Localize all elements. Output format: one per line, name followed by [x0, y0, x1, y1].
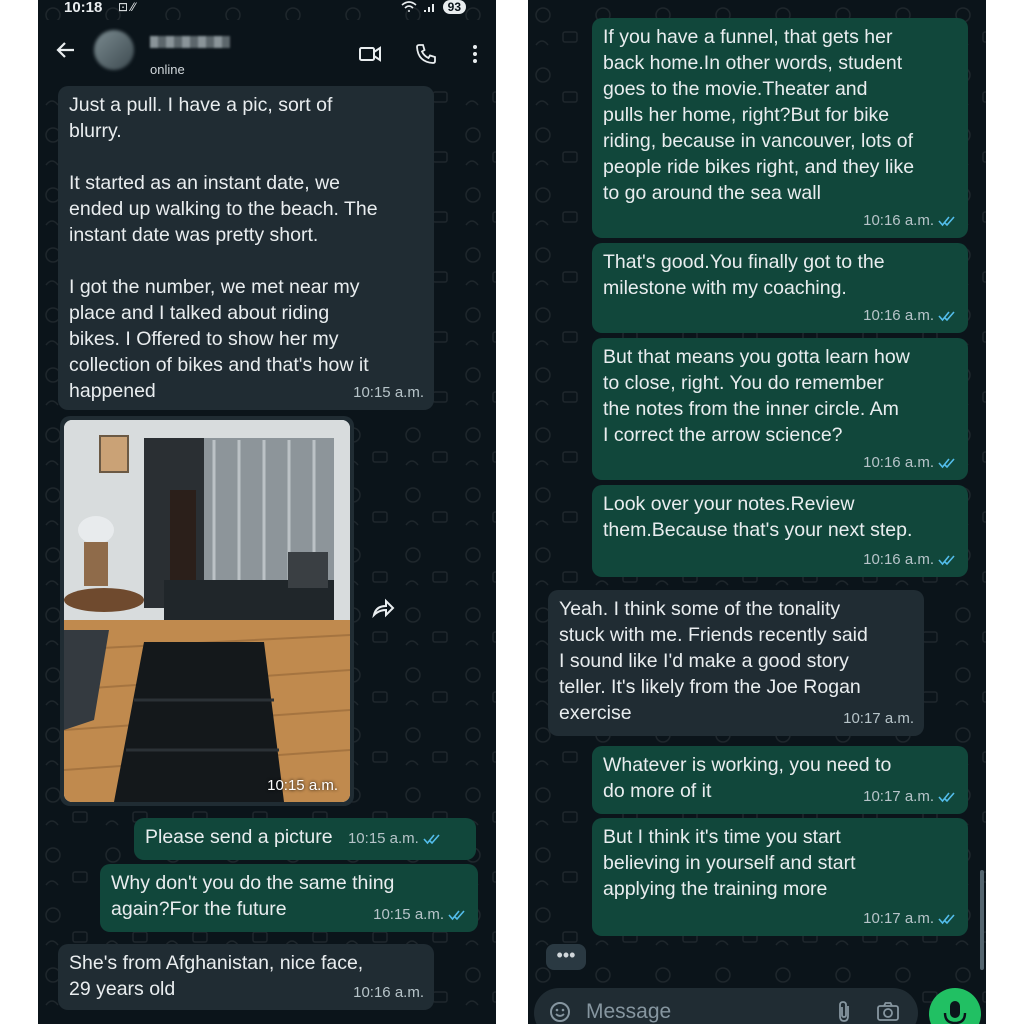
phone-icon[interactable] — [414, 42, 438, 66]
message-bubble-outgoing[interactable]: Whatever is working, you need to do more… — [592, 746, 968, 814]
message-text: Just a pull. I have a pic, sort of blurr… — [69, 94, 378, 402]
battery-badge: 93 — [442, 0, 466, 14]
double-check-icon — [938, 555, 955, 566]
presence-status: online — [150, 62, 185, 77]
message-text: Look over your notes.Review them.Because… — [603, 493, 913, 541]
message-bubble-outgoing[interactable]: That's good.You finally got to the miles… — [592, 243, 968, 333]
image-message[interactable]: 10:15 a.m. — [60, 416, 354, 806]
message-text: But I think it's time you start believin… — [603, 826, 856, 900]
message-bubble-outgoing[interactable]: Look over your notes.Review them.Because… — [592, 485, 968, 577]
message-text: Please send a picture — [145, 826, 333, 848]
message-input[interactable]: Message — [586, 1000, 671, 1024]
wifi-icon — [401, 1, 417, 12]
message-time: 10:17 a.m. — [863, 788, 934, 805]
message-time: 10:15 a.m. — [373, 906, 444, 923]
double-check-icon — [938, 458, 955, 469]
message-text: That's good.You finally got to the miles… — [603, 251, 885, 299]
message-time: 10:15 a.m. — [353, 384, 424, 401]
message-bubble-outgoing[interactable]: Why don't you do the same thing again?Fo… — [100, 864, 478, 932]
message-bubble-incoming[interactable]: She's from Afghanistan, nice face, 29 ye… — [58, 944, 434, 1010]
double-check-icon — [938, 216, 955, 227]
status-bar: 10:18 ⊡ ⁄⁄ 93 — [38, 0, 496, 20]
forward-icon[interactable] — [368, 595, 396, 623]
more-vertical-icon[interactable] — [463, 42, 487, 66]
voice-message-button[interactable] — [929, 988, 981, 1024]
double-check-icon — [938, 311, 955, 322]
emoji-icon[interactable] — [548, 1000, 572, 1024]
room-photo-drawing — [64, 420, 350, 802]
avatar[interactable] — [94, 30, 134, 70]
message-time: 10:16 a.m. — [863, 454, 934, 471]
message-time: 10:15 a.m. — [347, 830, 419, 847]
message-time: 10:16 a.m. — [863, 212, 934, 229]
attach-icon[interactable] — [832, 1000, 856, 1024]
message-time: 10:16 a.m. — [863, 551, 934, 568]
signal-icon — [423, 4, 434, 12]
status-time: 10:18 — [64, 0, 103, 16]
scrollbar[interactable] — [980, 870, 984, 970]
message-time: 10:17 a.m. — [843, 710, 914, 727]
message-time: 10:16 a.m. — [863, 307, 934, 324]
back-arrow-icon[interactable] — [54, 38, 78, 62]
message-bubble-incoming[interactable]: Just a pull. I have a pic, sort of blurr… — [58, 86, 434, 410]
message-composer[interactable]: Message — [534, 988, 918, 1024]
more-options-button[interactable]: ••• — [546, 944, 586, 970]
chat-screen-right: If you have a funnel, that gets her back… — [528, 0, 986, 1024]
message-bubble-outgoing[interactable]: But I think it's time you start believin… — [592, 818, 968, 936]
camera-icon[interactable] — [876, 1000, 900, 1024]
mic-icon — [943, 1001, 967, 1024]
double-check-icon — [938, 914, 955, 925]
message-text: But that means you gotta learn how to cl… — [603, 346, 910, 446]
chat-header: online — [38, 20, 496, 84]
status-notification-icons: ⊡ ⁄⁄ — [118, 0, 136, 14]
double-check-icon — [938, 792, 955, 803]
message-bubble-incoming[interactable]: Yeah. I think some of the tonality stuck… — [548, 590, 924, 736]
message-time: 10:17 a.m. — [863, 910, 934, 927]
contact-name-redacted[interactable] — [150, 36, 230, 48]
room-photo[interactable]: 10:15 a.m. — [64, 420, 350, 802]
video-call-icon[interactable] — [358, 42, 382, 66]
message-bubble-outgoing[interactable]: If you have a funnel, that gets her back… — [592, 18, 968, 238]
message-text: If you have a funnel, that gets her back… — [603, 26, 915, 204]
message-bubble-outgoing[interactable]: But that means you gotta learn how to cl… — [592, 338, 968, 480]
image-time: 10:15 a.m. — [267, 777, 338, 794]
message-bubble-outgoing[interactable]: Please send a picture 10:15 a.m. — [134, 818, 476, 860]
double-check-icon — [423, 834, 440, 845]
message-time: 10:16 a.m. — [353, 984, 424, 1001]
double-check-icon — [448, 910, 465, 921]
chat-screen-left: 10:18 ⊡ ⁄⁄ 93 online Just a pull. I have… — [38, 0, 496, 1024]
